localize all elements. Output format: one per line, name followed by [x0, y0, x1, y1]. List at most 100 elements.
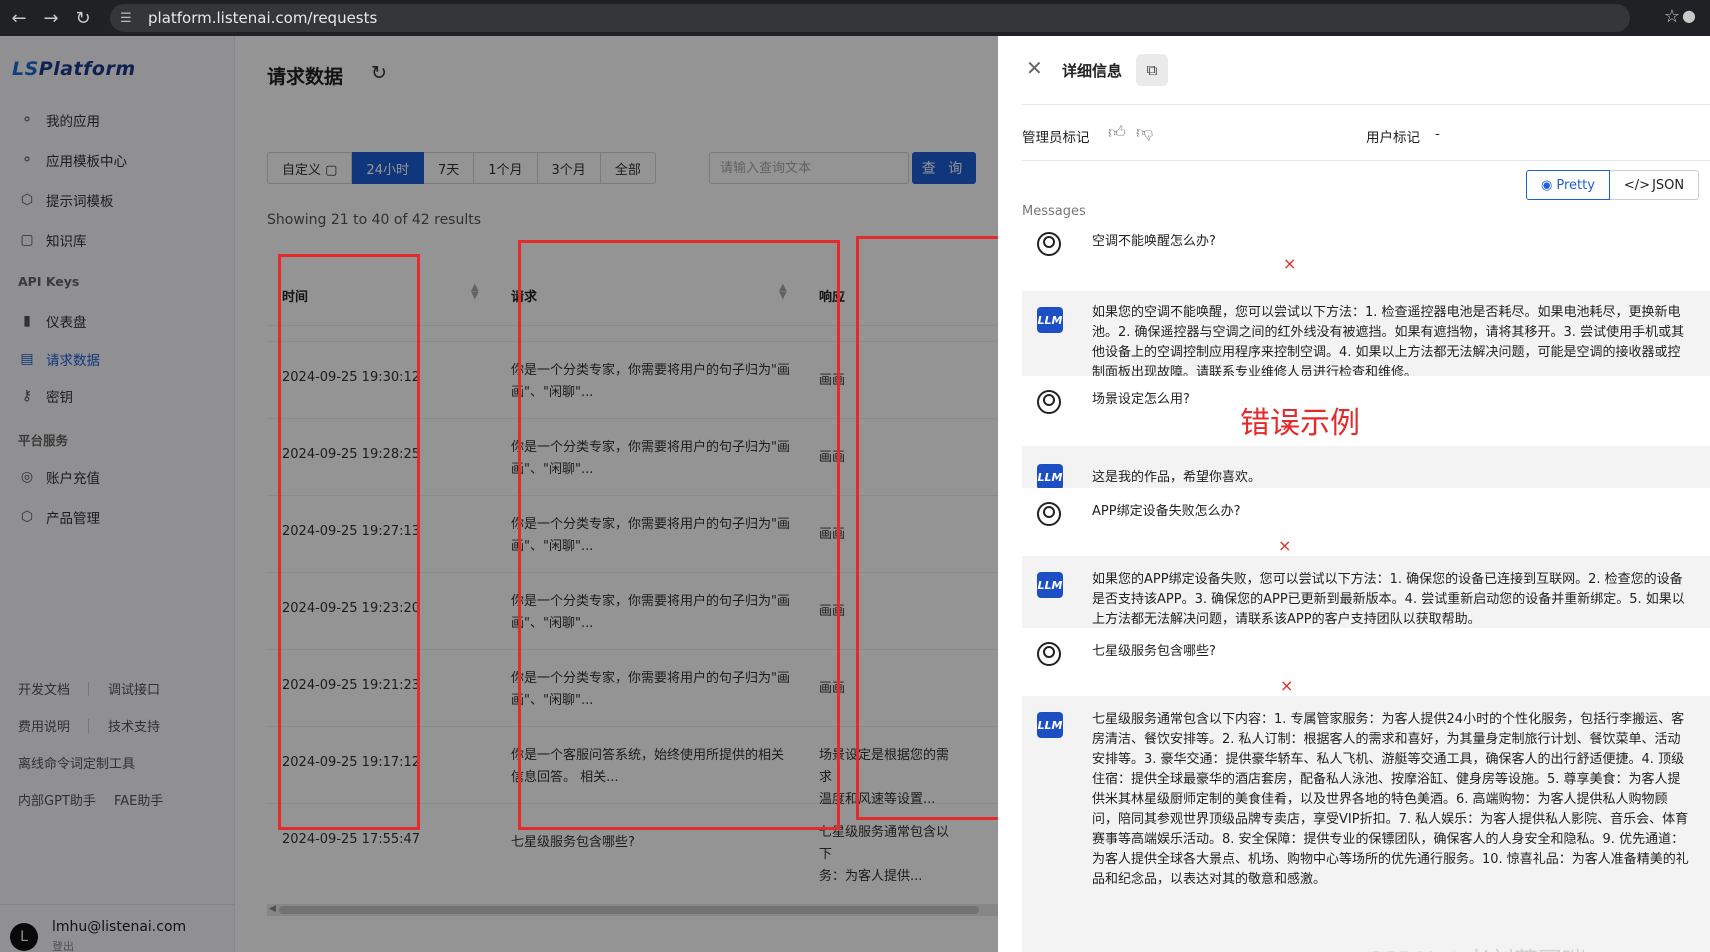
user-icon	[1037, 642, 1061, 666]
apps-icon: ⚬	[21, 112, 33, 128]
message-text: 七星级服务包含哪些?	[1092, 644, 1216, 659]
refresh-icon[interactable]: ↻	[371, 62, 387, 84]
template-icon: ⚬	[21, 152, 33, 168]
sidebar-item-recharge[interactable]: ◎ 账户充值	[18, 467, 100, 487]
filter-all[interactable]: 全部	[600, 152, 656, 184]
sidebar-item-dashboard[interactable]: ▮ 仪表盘	[18, 311, 87, 331]
profile-icon[interactable]: ●	[1682, 6, 1702, 26]
scrollbar-thumb[interactable]	[279, 906, 979, 914]
sidebar-item-keys[interactable]: ⚷ 密钥	[18, 386, 73, 406]
section-api-keys: API Keys	[18, 274, 80, 289]
user-mark-label: 用户标记	[1366, 130, 1420, 146]
box-icon: ⬡	[20, 509, 34, 525]
message-llm: LLM 如果您的空调不能唤醒，您可以尝试以下方法：1. 检查遥控器电池是否耗尽。…	[1022, 291, 1710, 387]
link-dev-docs[interactable]: 开发文档	[18, 679, 70, 698]
scroll-left-icon[interactable]: ◀	[269, 904, 276, 914]
sidebar-item-label: 账户充值	[46, 471, 100, 487]
back-icon[interactable]: ←	[6, 5, 32, 31]
thumbs-down-icon[interactable]: 👎︎	[1136, 122, 1153, 143]
link-debug-api[interactable]: 调试接口	[108, 679, 160, 698]
app: LSPlatform ⚬ 我的应用 ⚬ 应用模板中心 ⬡ 提示词模板 ▢ 知识库 API…	[0, 36, 1710, 952]
cell-request: 七星级服务包含哪些?	[511, 835, 635, 850]
divider	[1022, 160, 1710, 161]
filter-7d[interactable]: 7天	[423, 152, 475, 184]
sidebar-item-app-templates[interactable]: ⚬ 应用模板中心	[18, 150, 127, 170]
search-input[interactable]	[709, 152, 909, 184]
document-icon: ▤	[20, 351, 34, 367]
message-text: 如果您的APP绑定设备失败，您可以尝试以下方法：1. 确保您的设备已连接到互联网…	[1092, 572, 1685, 627]
sidebar-item-knowledge[interactable]: ▢ 知识库	[18, 230, 86, 250]
sidebar-item-label: 密钥	[46, 390, 73, 406]
results-summary: Showing 21 to 40 of 42 results	[267, 212, 482, 228]
filter-3m[interactable]: 3个月	[537, 152, 601, 184]
sidebar-item-request-data[interactable]: ▤ 请求数据	[18, 349, 100, 369]
error-mark: ×	[1280, 676, 1294, 695]
view-mode-toggle: ◉ Pretty </> JSON	[1526, 170, 1700, 200]
link-pricing[interactable]: 费用说明	[18, 716, 70, 735]
annotation-box-response	[856, 236, 1010, 820]
bookmark-star-icon[interactable]: ☆	[1664, 6, 1680, 27]
user-icon	[1037, 232, 1061, 256]
divider	[1022, 104, 1710, 105]
section-platform: 平台服务	[18, 433, 69, 448]
message-user: 七星级服务包含哪些?	[1022, 628, 1710, 680]
admin-mark-label: 管理员标记	[1022, 130, 1090, 146]
sidebar-item-label: 仪表盘	[46, 315, 87, 331]
sidebar-item-label: 提示词模板	[46, 194, 114, 210]
messages-label: Messages	[1022, 204, 1086, 219]
detail-drawer: ✕ 详细信息 ⧉ 管理员标记 👍︎ 👎︎ 用户标记 - ◉ Pretty </> J…	[998, 36, 1710, 952]
coin-icon: ◎	[20, 469, 34, 485]
watermark: CSDN @老刘莱国瑞	[1366, 941, 1586, 952]
horizontal-scrollbar[interactable]: ◀	[267, 904, 998, 916]
sort-icon[interactable]: ▲ ▼	[471, 283, 479, 301]
link-offline-tool[interactable]: 离线命令词定制工具	[18, 753, 135, 772]
user-icon	[1037, 390, 1061, 414]
filter-custom[interactable]: 自定义 ▢	[267, 152, 353, 184]
link-fae-assistant[interactable]: FAE助手	[114, 790, 163, 809]
drawer-title: 详细信息	[1062, 62, 1123, 80]
message-user: 场景设定怎么用?	[1022, 376, 1710, 428]
llm-icon: LLM	[1037, 307, 1063, 333]
forward-icon[interactable]: →	[38, 5, 64, 31]
user-icon	[1037, 502, 1061, 526]
copy-icon[interactable]: ⧉	[1136, 54, 1168, 86]
cell-time: 2024-09-25 17:55:47	[282, 832, 421, 847]
reload-icon[interactable]: ↻	[70, 5, 96, 31]
filter-1m[interactable]: 1个月	[474, 152, 538, 184]
filter-24h[interactable]: 24小时	[352, 152, 424, 184]
sidebar-item-my-apps[interactable]: ⚬ 我的应用	[18, 110, 100, 130]
bar-chart-icon: ▮	[23, 313, 31, 329]
message-text: 空调不能唤醒怎么办?	[1092, 234, 1216, 249]
logout-link[interactable]: 登出	[52, 938, 74, 952]
message-user: APP绑定设备失败怎么办?	[1022, 488, 1710, 540]
book-icon: ▢	[20, 232, 34, 248]
thumbs-up-icon[interactable]: 👍︎	[1108, 122, 1126, 143]
error-mark: ×	[1283, 254, 1297, 273]
cube-icon: ⬡	[20, 192, 34, 208]
code-icon: </>	[1623, 177, 1651, 193]
close-icon[interactable]: ✕	[1026, 56, 1043, 80]
eye-icon: ◉	[1541, 177, 1553, 193]
site-info-icon[interactable]: ☰	[120, 11, 142, 26]
sidebar-item-products[interactable]: ⬡ 产品管理	[18, 507, 100, 527]
logo[interactable]: LSPlatform	[12, 58, 136, 80]
link-support[interactable]: 技术支持	[108, 716, 160, 735]
annotation-box-time	[278, 254, 420, 830]
search-button[interactable]: 查 询	[912, 152, 976, 184]
user-mark-value: -	[1435, 126, 1440, 142]
address-bar[interactable]: ☰ platform.listenai.com/requests	[110, 4, 1630, 32]
pretty-view-button[interactable]: ◉ Pretty	[1526, 170, 1610, 200]
key-icon: ⚷	[21, 388, 33, 404]
page-title: 请求数据	[267, 66, 344, 88]
avatar[interactable]: L	[10, 923, 38, 951]
logo-suffix: Platform	[38, 58, 136, 80]
sidebar-item-prompt-templates[interactable]: ⬡ 提示词模板	[18, 190, 114, 210]
message-user: 空调不能唤醒怎么办?	[1022, 218, 1710, 270]
link-gpt-assistant[interactable]: 内部GPT助手	[18, 790, 96, 809]
json-label: JSON	[1652, 177, 1685, 193]
message-text: 这是我的作品，希望你喜欢。	[1092, 470, 1262, 485]
llm-icon: LLM	[1037, 572, 1063, 598]
time-filter-group: 自定义 ▢ 24小时 7天 1个月 3个月 全部	[267, 152, 656, 184]
json-view-button[interactable]: </> JSON	[1609, 170, 1700, 200]
error-example-label: 错误示例	[1240, 406, 1360, 441]
